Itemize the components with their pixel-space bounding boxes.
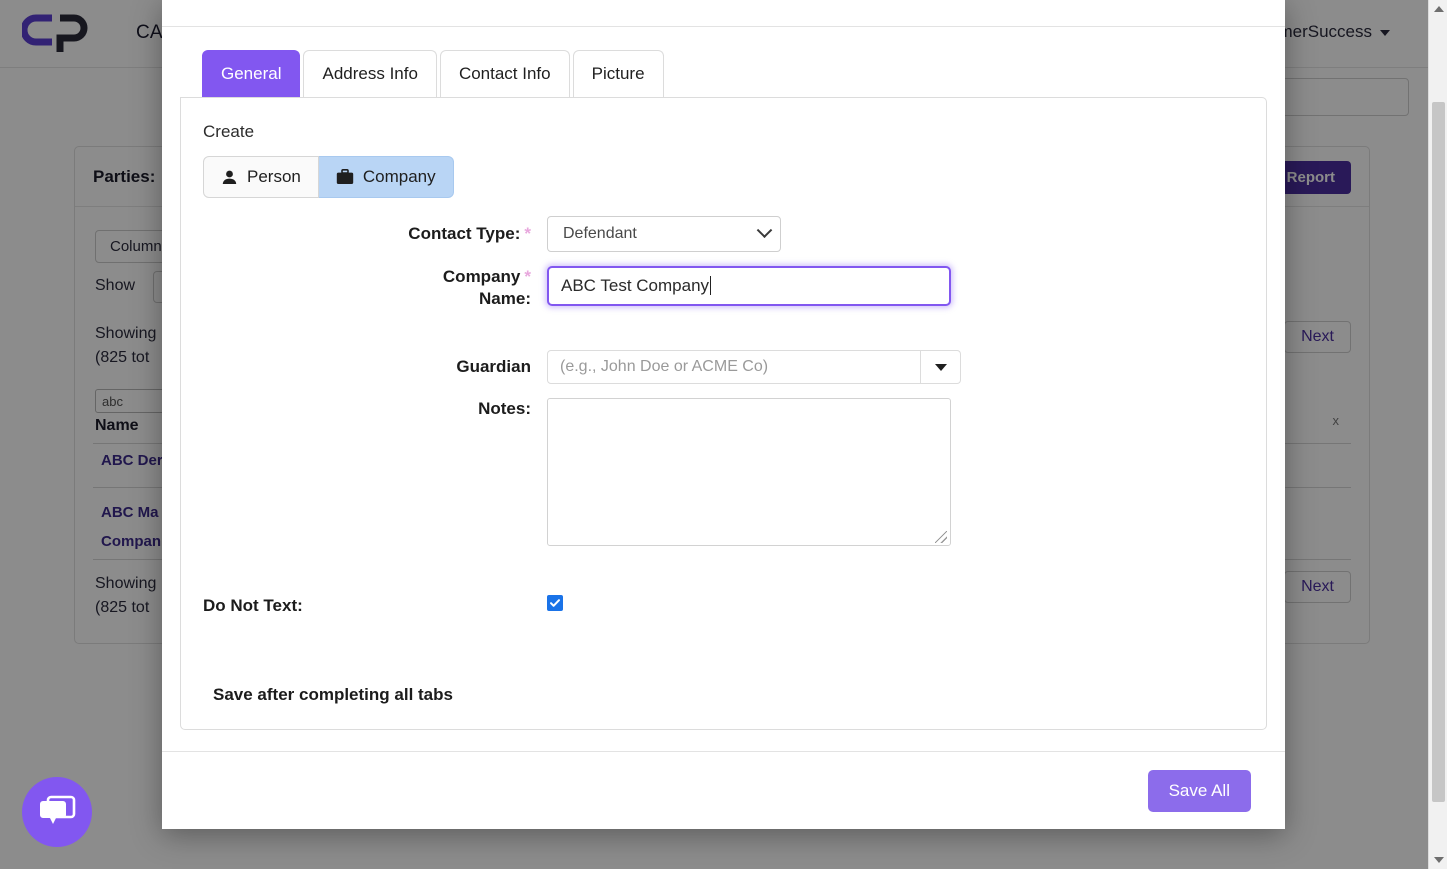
guardian-control: (e.g., John Doe or ACME Co) bbox=[547, 350, 961, 384]
modal-header bbox=[162, 0, 1285, 27]
general-tab-panel: Create Person Company Contact Type: * De… bbox=[180, 97, 1267, 730]
company-name-row: Company * Name: ABC Test Company bbox=[181, 266, 1266, 310]
company-name-input[interactable]: ABC Test Company bbox=[547, 266, 951, 306]
contact-type-select[interactable]: Defendant bbox=[547, 216, 781, 252]
contact-type-row: Contact Type: * Defendant bbox=[181, 216, 1266, 252]
chat-widget-button[interactable] bbox=[22, 777, 92, 847]
notes-row: Notes: bbox=[181, 398, 1266, 546]
page-scrollbar[interactable] bbox=[1428, 0, 1447, 869]
person-icon bbox=[222, 170, 237, 184]
save-all-button[interactable]: Save All bbox=[1147, 769, 1251, 812]
app-root: CASE merSuccess Parties: Report Column S… bbox=[0, 0, 1447, 869]
create-contact-modal: General Address Info Contact Info Pictur… bbox=[162, 0, 1285, 829]
guardian-input[interactable]: (e.g., John Doe or ACME Co) bbox=[547, 350, 921, 384]
scroll-down-icon[interactable] bbox=[1429, 851, 1447, 869]
do-not-text-row: Do Not Text: bbox=[181, 595, 1266, 617]
company-toggle-label: Company bbox=[362, 167, 436, 186]
do-not-text-label: Do Not Text: bbox=[203, 596, 303, 615]
tab-bar: General Address Info Contact Info Pictur… bbox=[180, 49, 1267, 97]
tab-picture[interactable]: Picture bbox=[572, 50, 664, 97]
notes-textarea[interactable] bbox=[547, 398, 951, 546]
contact-type-value: Defendant bbox=[563, 225, 637, 242]
person-toggle-button[interactable]: Person bbox=[203, 156, 319, 198]
tab-address-info[interactable]: Address Info bbox=[303, 50, 437, 97]
chevron-down-icon bbox=[756, 221, 773, 238]
create-label: Create bbox=[203, 122, 255, 141]
scrollbar-thumb[interactable] bbox=[1432, 102, 1445, 802]
scroll-up-icon[interactable] bbox=[1429, 0, 1447, 18]
guardian-row: Guardian (e.g., John Doe or ACME Co) bbox=[181, 350, 1266, 384]
resize-handle-icon[interactable] bbox=[935, 531, 947, 543]
contact-type-label: Contact Type: * bbox=[181, 223, 547, 245]
company-name-label: Company * Name: bbox=[181, 266, 547, 310]
modal-footer: Save All bbox=[162, 751, 1285, 829]
company-toggle-button[interactable]: Company bbox=[318, 156, 454, 198]
guardian-dropdown-button[interactable] bbox=[921, 350, 961, 384]
tab-general[interactable]: General bbox=[202, 50, 301, 97]
tab-contact-info[interactable]: Contact Info bbox=[439, 50, 570, 97]
company-name-label-line1: Company bbox=[442, 267, 521, 286]
checkmark-icon bbox=[550, 599, 560, 607]
chat-bubbles-icon bbox=[40, 795, 76, 824]
notes-label: Notes: bbox=[478, 399, 531, 418]
do-not-text-checkbox[interactable] bbox=[547, 595, 563, 611]
guardian-label: Guardian bbox=[456, 357, 531, 376]
required-asterisk: * bbox=[524, 224, 531, 243]
save-instruction-text: Save after completing all tabs bbox=[213, 685, 453, 704]
briefcase-icon bbox=[336, 169, 354, 184]
text-cursor bbox=[710, 276, 712, 295]
person-toggle-label: Person bbox=[247, 167, 301, 186]
contact-type-label-text: Contact Type: bbox=[408, 224, 521, 243]
company-name-label-line2: Name: bbox=[479, 289, 531, 308]
required-asterisk: * bbox=[524, 267, 531, 286]
caret-down-icon bbox=[934, 363, 947, 371]
modal-body: General Address Info Contact Info Pictur… bbox=[162, 27, 1285, 751]
entity-type-toggle: Person Company bbox=[203, 156, 454, 198]
company-name-value: ABC Test Company bbox=[561, 276, 710, 295]
